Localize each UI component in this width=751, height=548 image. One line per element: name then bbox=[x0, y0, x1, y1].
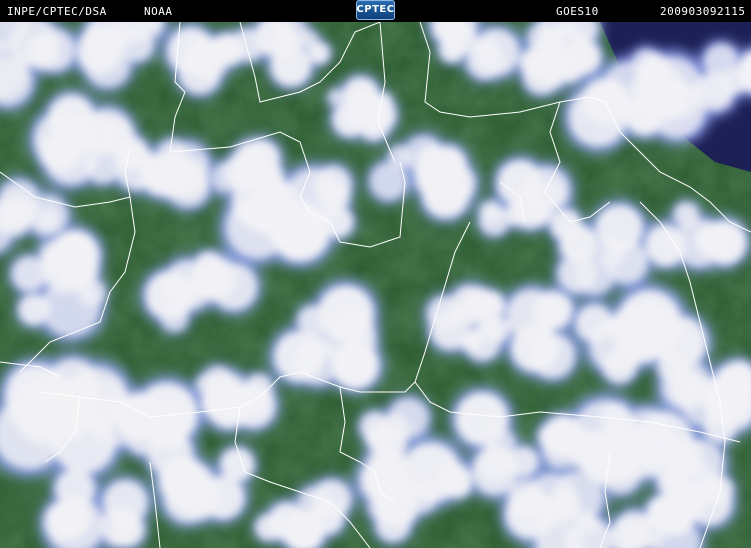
cloud-puff bbox=[328, 89, 346, 106]
cloud-puff bbox=[211, 163, 241, 193]
cloud-puff bbox=[674, 219, 723, 267]
cloud-puff bbox=[115, 146, 160, 190]
cloud-puff bbox=[333, 347, 371, 385]
satellite-label: GOES10 bbox=[556, 5, 599, 18]
cloud-puff bbox=[166, 471, 206, 511]
cloud-puff bbox=[543, 294, 573, 324]
cptec-logo: CPTEC bbox=[356, 0, 395, 20]
cloud-puff bbox=[365, 424, 392, 451]
cloud-puff bbox=[504, 202, 529, 226]
cloud-puff bbox=[18, 294, 50, 325]
cloud-puff bbox=[298, 487, 332, 521]
cloud-puff bbox=[595, 204, 643, 253]
satellite-image-viewer: INPE/CPTEC/DSA NOAA CPTEC GOES10 2009030… bbox=[0, 0, 751, 548]
cloud-puff bbox=[87, 128, 111, 152]
cloud-puff bbox=[703, 375, 751, 423]
cloud-puff bbox=[508, 447, 539, 477]
timestamp-label: 200903092115 bbox=[660, 5, 746, 18]
cloud-puff bbox=[445, 470, 472, 498]
cloud-puff bbox=[723, 67, 750, 94]
cloud-puff bbox=[196, 374, 218, 396]
cloud-puff bbox=[78, 279, 106, 307]
cloud-puff bbox=[0, 205, 30, 237]
cloud-puff bbox=[99, 506, 140, 547]
cloud-puff bbox=[36, 207, 59, 230]
logo-text: CPTEC bbox=[356, 4, 395, 15]
cloud-puff bbox=[274, 331, 325, 382]
cloud-puff bbox=[670, 367, 703, 400]
cloud-puff bbox=[156, 166, 190, 200]
cloud-puff bbox=[427, 145, 467, 186]
cloud-puff bbox=[572, 400, 639, 467]
cloud-puff bbox=[313, 166, 352, 204]
cloud-puff bbox=[24, 33, 60, 70]
cloud-puff bbox=[220, 448, 254, 482]
cloud-puff bbox=[617, 290, 682, 355]
cloud-puff bbox=[145, 271, 195, 321]
cloud-puff bbox=[258, 162, 284, 188]
cloud-puff bbox=[39, 239, 71, 272]
cloud-puff bbox=[550, 209, 582, 241]
cloud-puff bbox=[359, 455, 410, 505]
cloud-puff bbox=[83, 24, 110, 52]
image-header: INPE/CPTEC/DSA NOAA CPTEC GOES10 2009030… bbox=[0, 0, 751, 22]
cloud-puff bbox=[511, 323, 559, 372]
cloud-puff bbox=[360, 97, 396, 133]
satellite-map bbox=[0, 22, 751, 548]
cloud-puff bbox=[639, 58, 669, 88]
cloud-puff bbox=[157, 139, 188, 170]
cloud-puff bbox=[455, 392, 509, 446]
cloud-puff bbox=[528, 23, 556, 52]
cloud-puff bbox=[38, 131, 78, 171]
cloud-puff bbox=[479, 201, 503, 224]
cloud-puff bbox=[185, 37, 229, 81]
cloud-puff bbox=[525, 473, 578, 527]
cloud-puff bbox=[210, 263, 257, 310]
source-label: INPE/CPTEC/DSA bbox=[7, 5, 107, 18]
agency-label: NOAA bbox=[144, 5, 173, 18]
cloud-puff bbox=[308, 42, 330, 64]
cloud-puff bbox=[439, 36, 466, 63]
cloud-puff bbox=[574, 254, 615, 295]
cloud-puff bbox=[405, 481, 438, 513]
